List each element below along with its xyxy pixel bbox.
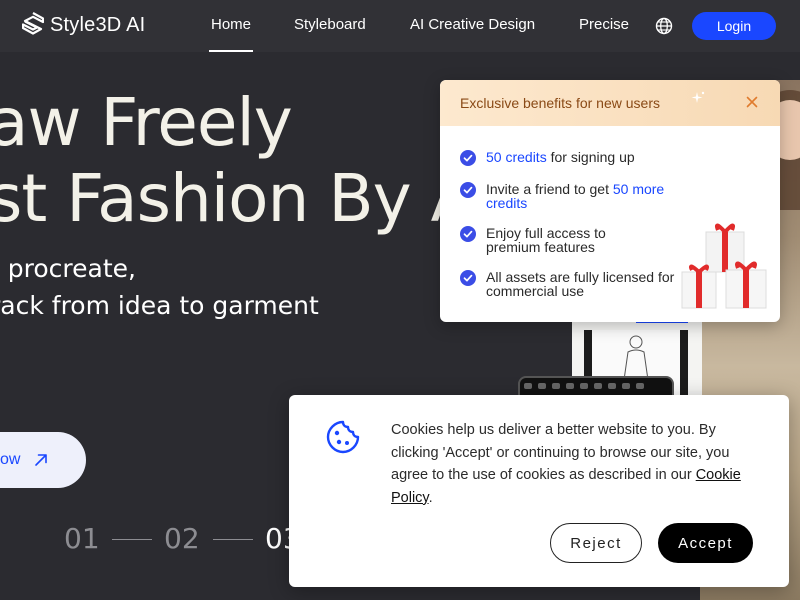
logo[interactable]: Style3D AI xyxy=(22,12,145,38)
cookie-message-text: Cookies help us deliver a better website… xyxy=(391,422,730,483)
accept-button[interactable]: Accept xyxy=(658,523,753,563)
benefit-highlight: 50 credits xyxy=(486,149,547,165)
hero-subtitle-line-2: rack from idea to garment xyxy=(0,291,319,320)
cookie-icon xyxy=(326,420,360,454)
hero-title-line-1: aw Freely xyxy=(0,84,293,161)
hero-cta-button[interactable]: ow xyxy=(0,432,86,488)
hero-title-line-2: st Fashion By A xyxy=(0,160,476,237)
step-divider xyxy=(112,539,152,540)
nav-item-precise[interactable]: Precise xyxy=(579,16,629,33)
benefit-item: 50 credits for signing up xyxy=(460,150,700,166)
check-circle-icon xyxy=(460,270,476,286)
logo-text: Style3D AI xyxy=(50,13,146,36)
benefit-text: 50 credits for signing up xyxy=(486,150,635,166)
hero-subtitle-line-1: t procreate, xyxy=(0,254,136,283)
login-button[interactable]: Login xyxy=(692,12,776,40)
benefit-label: for signing up xyxy=(546,149,635,165)
benefit-text: Invite a friend to get 50 more credits xyxy=(486,182,700,210)
carousel-step-01[interactable]: 01 xyxy=(64,522,100,555)
nav-item-ai-creative-design[interactable]: AI Creative Design xyxy=(410,16,535,33)
tablet-toolbar xyxy=(524,383,668,391)
check-circle-icon xyxy=(460,182,476,198)
benefit-item: Invite a friend to get 50 more credits xyxy=(460,182,700,210)
sparkle-icon xyxy=(691,91,705,103)
reject-button[interactable]: Reject xyxy=(550,523,642,563)
check-circle-icon xyxy=(460,226,476,242)
close-icon[interactable] xyxy=(744,94,760,110)
cookie-message-end: . xyxy=(428,489,433,506)
style3d-logo-icon xyxy=(22,12,44,35)
benefit-label: Enjoy full access to premium features xyxy=(486,225,606,255)
hero-cta-label: ow xyxy=(0,451,21,468)
nav-item-styleboard[interactable]: Styleboard xyxy=(294,16,366,33)
gift-icon xyxy=(681,223,767,309)
promo-header: Exclusive benefits for new users xyxy=(440,80,780,126)
globe-icon[interactable] xyxy=(655,17,673,35)
benefit-item: All assets are fully licensed for commer… xyxy=(460,270,700,298)
nav-item-home[interactable]: Home xyxy=(208,16,254,52)
check-circle-icon xyxy=(460,150,476,166)
cookie-message: Cookies help us deliver a better website… xyxy=(391,419,763,509)
benefit-item: Enjoy full access to premium features xyxy=(460,226,660,254)
top-navbar: Style3D AI Home Styleboard AI Creative D… xyxy=(0,0,800,52)
promo-title: Exclusive benefits for new users xyxy=(460,95,660,111)
arrow-up-right-icon xyxy=(35,454,48,466)
new-user-benefits-popup: Exclusive benefits for new users 50 cred… xyxy=(440,80,780,322)
cookie-consent-banner: Cookies help us deliver a better website… xyxy=(289,395,789,587)
carousel-step-02[interactable]: 02 xyxy=(164,522,200,555)
benefit-label: All assets are fully licensed for commer… xyxy=(486,269,675,299)
step-divider xyxy=(213,539,253,540)
